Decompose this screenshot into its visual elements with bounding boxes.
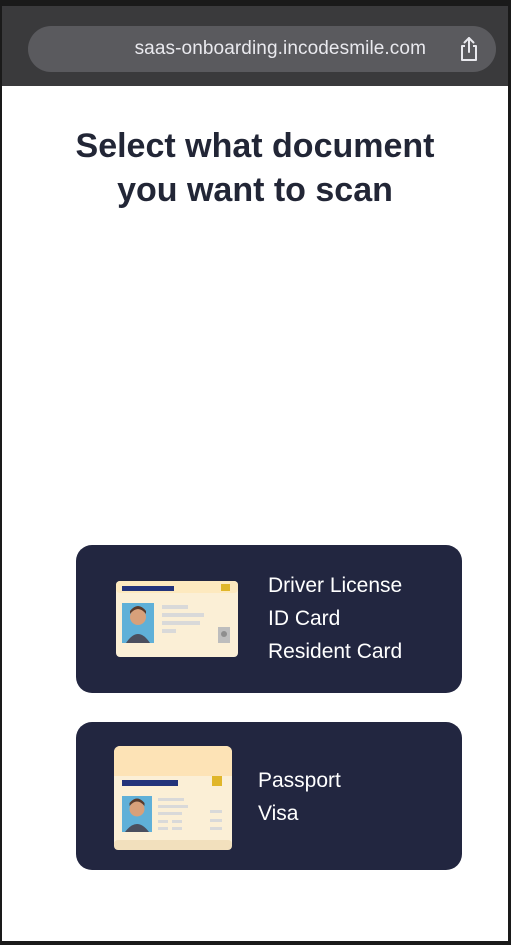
option-label: ID Card xyxy=(268,607,341,630)
option-label: Driver License xyxy=(268,574,403,597)
page-title-line-2: you want to scan xyxy=(117,171,393,209)
option-label: Visa xyxy=(258,802,299,825)
address-bar[interactable]: saas-onboarding.incodesmile.com xyxy=(28,26,496,72)
option-label: Resident Card xyxy=(268,640,403,663)
share-icon[interactable] xyxy=(454,34,484,64)
app-frame: saas-onboarding.incodesmile.com Select w… xyxy=(0,0,511,945)
passport-illustration-icon xyxy=(114,746,232,850)
passport-labels: Passport Visa xyxy=(258,764,341,830)
page-title: Select what document you want to scan xyxy=(2,124,508,212)
passport-option-button[interactable]: Passport Visa xyxy=(76,722,462,870)
id-card-illustration-icon xyxy=(116,581,238,657)
id-document-option-button[interactable]: Driver License ID Card Resident Card xyxy=(76,545,462,693)
option-label: Passport xyxy=(258,769,341,792)
address-url: saas-onboarding.incodesmile.com xyxy=(134,38,426,59)
browser-bar: saas-onboarding.incodesmile.com xyxy=(2,0,508,86)
id-document-labels: Driver License ID Card Resident Card xyxy=(268,569,402,668)
page-title-line-1: Select what document xyxy=(75,127,435,165)
